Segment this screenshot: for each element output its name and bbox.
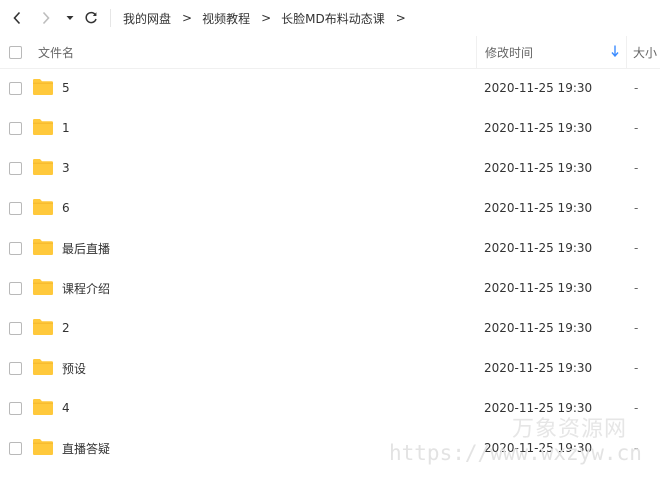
file-size: - (634, 401, 639, 415)
table-row[interactable]: 课程介绍 2020-11-25 19:30 - (0, 268, 660, 308)
file-name[interactable]: 最后直播 (62, 228, 110, 268)
file-size: - (634, 161, 639, 175)
forward-button[interactable] (36, 8, 56, 28)
file-name[interactable]: 2 (62, 308, 70, 348)
file-mtime: 2020-11-25 19:30 (484, 241, 593, 255)
file-mtime: 2020-11-25 19:30 (484, 121, 593, 135)
file-size: - (634, 81, 639, 95)
caret-down-icon (66, 16, 74, 20)
select-all-cell (9, 36, 22, 68)
breadcrumb-separator: > (182, 11, 193, 25)
row-checkbox[interactable] (9, 362, 22, 375)
breadcrumb-separator: > (261, 11, 272, 25)
history-dropdown-button[interactable] (62, 8, 78, 28)
file-mtime: 2020-11-25 19:30 (484, 161, 593, 175)
row-checkbox[interactable] (9, 402, 22, 415)
file-list-header: 文件名 修改时间 大小 (0, 36, 660, 69)
column-header-name[interactable]: 文件名 (38, 36, 74, 68)
breadcrumb: 我的网盘 > 视频教程 > 长脸MD布料动态课 > (123, 0, 416, 36)
folder-icon (33, 399, 53, 415)
file-size: - (634, 361, 639, 375)
breadcrumb-item-video[interactable]: 视频教程 (202, 10, 250, 27)
watermark-title: 万象资源网 (512, 417, 628, 442)
file-size: - (634, 281, 639, 295)
breadcrumb-item-current[interactable]: 长脸MD布料动态课 (281, 10, 385, 27)
folder-icon (33, 239, 53, 255)
column-header-mtime[interactable]: 修改时间 (476, 36, 627, 68)
file-mtime: 2020-11-25 19:30 (484, 281, 593, 295)
folder-icon (33, 319, 53, 335)
folder-icon (33, 439, 53, 455)
table-row[interactable]: 1 2020-11-25 19:30 - (0, 108, 660, 148)
folder-icon (33, 159, 53, 175)
file-size: - (634, 201, 639, 215)
file-name[interactable]: 6 (62, 188, 70, 228)
folder-icon (33, 199, 53, 215)
sort-descending-icon (611, 45, 619, 57)
row-checkbox[interactable] (9, 122, 22, 135)
row-checkbox[interactable] (9, 242, 22, 255)
column-header-mtime-label: 修改时间 (485, 45, 534, 60)
row-checkbox[interactable] (9, 282, 22, 295)
file-name[interactable]: 5 (62, 68, 70, 108)
column-header-size[interactable]: 大小 (633, 36, 657, 68)
file-size: - (634, 241, 639, 255)
refresh-button[interactable] (81, 8, 101, 28)
file-name[interactable]: 1 (62, 108, 70, 148)
file-name[interactable]: 4 (62, 388, 70, 428)
row-checkbox[interactable] (9, 322, 22, 335)
folder-icon (33, 79, 53, 95)
refresh-icon (85, 11, 97, 24)
file-mtime: 2020-11-25 19:30 (484, 201, 593, 215)
row-checkbox[interactable] (9, 82, 22, 95)
table-row[interactable]: 5 2020-11-25 19:30 - (0, 68, 660, 108)
folder-icon (33, 279, 53, 295)
watermark-url: https://www.wxzyw.cn (389, 441, 642, 465)
breadcrumb-separator: > (395, 11, 406, 25)
file-name[interactable]: 直播答疑 (62, 428, 110, 468)
file-name[interactable]: 课程介绍 (62, 268, 110, 308)
folder-icon (33, 359, 53, 375)
file-mtime: 2020-11-25 19:30 (484, 321, 593, 335)
row-checkbox[interactable] (9, 442, 22, 455)
table-row[interactable]: 最后直播 2020-11-25 19:30 - (0, 228, 660, 268)
file-name[interactable]: 3 (62, 148, 70, 188)
table-row[interactable]: 3 2020-11-25 19:30 - (0, 148, 660, 188)
toolbar-divider (110, 9, 111, 27)
file-mtime: 2020-11-25 19:30 (484, 361, 593, 375)
table-row[interactable]: 预设 2020-11-25 19:30 - (0, 348, 660, 388)
row-checkbox[interactable] (9, 202, 22, 215)
toolbar: 我的网盘 > 视频教程 > 长脸MD布料动态课 > (0, 0, 660, 36)
row-checkbox[interactable] (9, 162, 22, 175)
file-mtime: 2020-11-25 19:30 (484, 81, 593, 95)
file-name[interactable]: 预设 (62, 348, 86, 388)
breadcrumb-item-root[interactable]: 我的网盘 (123, 10, 171, 27)
file-size: - (634, 321, 639, 335)
file-size: - (634, 121, 639, 135)
chevron-left-icon (13, 11, 21, 25)
table-row[interactable]: 6 2020-11-25 19:30 - (0, 188, 660, 228)
back-button[interactable] (7, 8, 27, 28)
chevron-right-icon (42, 11, 50, 25)
table-row[interactable]: 2 2020-11-25 19:30 - (0, 308, 660, 348)
select-all-checkbox[interactable] (9, 45, 22, 59)
folder-icon (33, 119, 53, 135)
